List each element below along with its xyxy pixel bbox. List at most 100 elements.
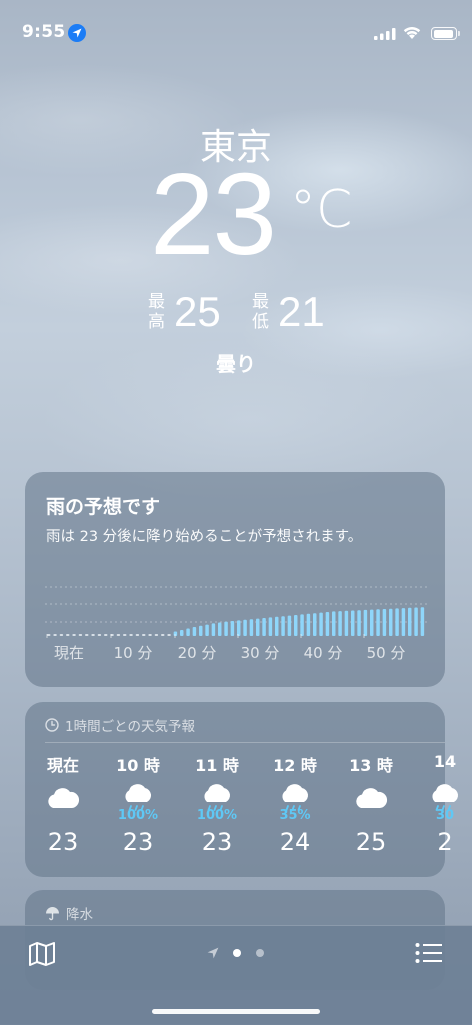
- rain-bar: [300, 614, 304, 636]
- page-dot-active[interactable]: [233, 949, 241, 957]
- low-temperature: 21: [278, 288, 325, 335]
- rain-bar: [338, 611, 342, 636]
- status-bar: 9:55: [0, 0, 472, 64]
- rain-bar: [313, 613, 317, 636]
- rain-bar: [135, 634, 140, 636]
- hour-label: 14: [433, 752, 457, 771]
- hour-item: 10 時 100% 23: [103, 750, 173, 856]
- hour-label: 10 時: [116, 756, 160, 775]
- rain-bar: [186, 628, 190, 636]
- weather-condition: 曇り: [216, 352, 256, 376]
- hour-item: 現在 23: [28, 750, 98, 856]
- rain-bar: [104, 634, 108, 636]
- rain-bar: [91, 634, 95, 636]
- rain-bar: [332, 611, 336, 636]
- rain-bar: [85, 634, 89, 636]
- wifi-icon: [403, 27, 421, 39]
- list-icon[interactable]: [415, 942, 443, 964]
- rain-bar: [287, 615, 292, 636]
- rain-bar: [97, 634, 102, 636]
- rain-bar: [420, 607, 425, 636]
- rain-bar: [72, 634, 76, 636]
- rain-bar: [53, 634, 57, 636]
- hour-temperature: 2: [437, 828, 453, 856]
- rain-bar: [59, 634, 64, 636]
- rain-bar: [243, 619, 247, 636]
- precipitation-chance: 35%: [279, 808, 311, 823]
- clock-icon: [45, 718, 59, 732]
- axis-label: 50 分: [367, 644, 406, 662]
- battery-icon: [431, 27, 460, 40]
- hour-temperature: 24: [279, 828, 311, 856]
- axis-label: 40 分: [304, 644, 343, 662]
- hourly-forecast-header: 1時間ごとの天気予報: [45, 715, 195, 735]
- rain-bar: [389, 608, 393, 636]
- signal-icon: [374, 28, 396, 40]
- rain-bar: [129, 634, 133, 636]
- rain-bar: [230, 621, 235, 636]
- rain-bar: [224, 621, 228, 636]
- rain-bar: [142, 634, 146, 636]
- precipitation-chance: 100%: [117, 808, 159, 823]
- hour-item: 13 時 25: [336, 750, 406, 856]
- rain-bar: [192, 627, 197, 636]
- hour-temperature: 23: [201, 828, 233, 856]
- rain-bar: [306, 613, 311, 636]
- rain-bar: [319, 612, 323, 636]
- axis-label: 現在: [54, 644, 84, 662]
- rain-bar: [218, 622, 222, 636]
- rain-bar: [161, 634, 165, 636]
- rain-bar: [281, 616, 285, 636]
- hour-label: 現在: [46, 756, 79, 775]
- hour-label: 11 時: [195, 756, 239, 775]
- rain-bar: [395, 608, 399, 636]
- rain-bar: [256, 618, 260, 636]
- rain-bar: [123, 634, 127, 636]
- hour-temperature: 23: [122, 828, 154, 856]
- rain-bar: [357, 610, 361, 636]
- rain-bar: [205, 624, 209, 636]
- low-label: 最 低: [252, 292, 269, 332]
- rain-bar: [148, 634, 152, 636]
- current-temperature: 23: [150, 149, 277, 279]
- precipitation-chance: 30: [435, 808, 455, 823]
- rain-bar: [351, 610, 355, 636]
- rain-bar: [78, 634, 83, 636]
- rain-bar: [249, 619, 254, 636]
- hourly-forecast-card[interactable]: 1時間ごとの天気予報 現在 23 10 時 100% 23 11 時 100% 23 12 時 3…: [25, 702, 459, 877]
- rain-bar: [116, 634, 121, 636]
- map-icon[interactable]: [28, 941, 56, 967]
- current-location-page-icon[interactable]: [207, 947, 219, 959]
- temperature-unit: °C: [290, 180, 353, 240]
- rain-bar: [211, 623, 216, 636]
- rain-forecast-description: 雨は 23 分後に降り始めることが予想されます。: [46, 529, 363, 545]
- hour-item: 11 時 100% 23: [182, 750, 252, 856]
- rain-bar: [376, 609, 380, 636]
- rain-bar: [262, 618, 266, 636]
- precipitation-header: 降水: [45, 903, 93, 923]
- hour-item: 14 30 2: [410, 750, 472, 856]
- precipitation-title: 降水: [66, 907, 93, 923]
- rain-bar: [294, 615, 298, 636]
- high-label: 最 高: [148, 292, 165, 332]
- rain-bar: [47, 634, 51, 636]
- rain-bar: [382, 609, 387, 636]
- cloud-icon: [336, 778, 406, 818]
- home-indicator[interactable]: [152, 1009, 320, 1014]
- page-dot[interactable]: [256, 949, 264, 957]
- location-arrow-icon: [68, 24, 86, 42]
- umbrella-icon: [46, 906, 59, 920]
- axis-label: 20 分: [178, 644, 217, 662]
- rain-forecast-card[interactable]: 雨の予想です 雨は 23 分後に降り始めることが予想されます。 現在 10 分 20…: [25, 472, 445, 687]
- rain-bar: [325, 612, 330, 636]
- rain-bar: [408, 607, 412, 636]
- hour-temperature: 25: [355, 828, 387, 856]
- hour-label: 12 時: [273, 756, 317, 775]
- rain-bar: [199, 625, 203, 636]
- rain-bar: [344, 610, 349, 636]
- rain-bar: [370, 609, 374, 636]
- rain-bar: [66, 634, 70, 636]
- divider: [45, 742, 445, 743]
- axis-label: 10 分: [114, 644, 153, 662]
- axis-label: 30 分: [241, 644, 280, 662]
